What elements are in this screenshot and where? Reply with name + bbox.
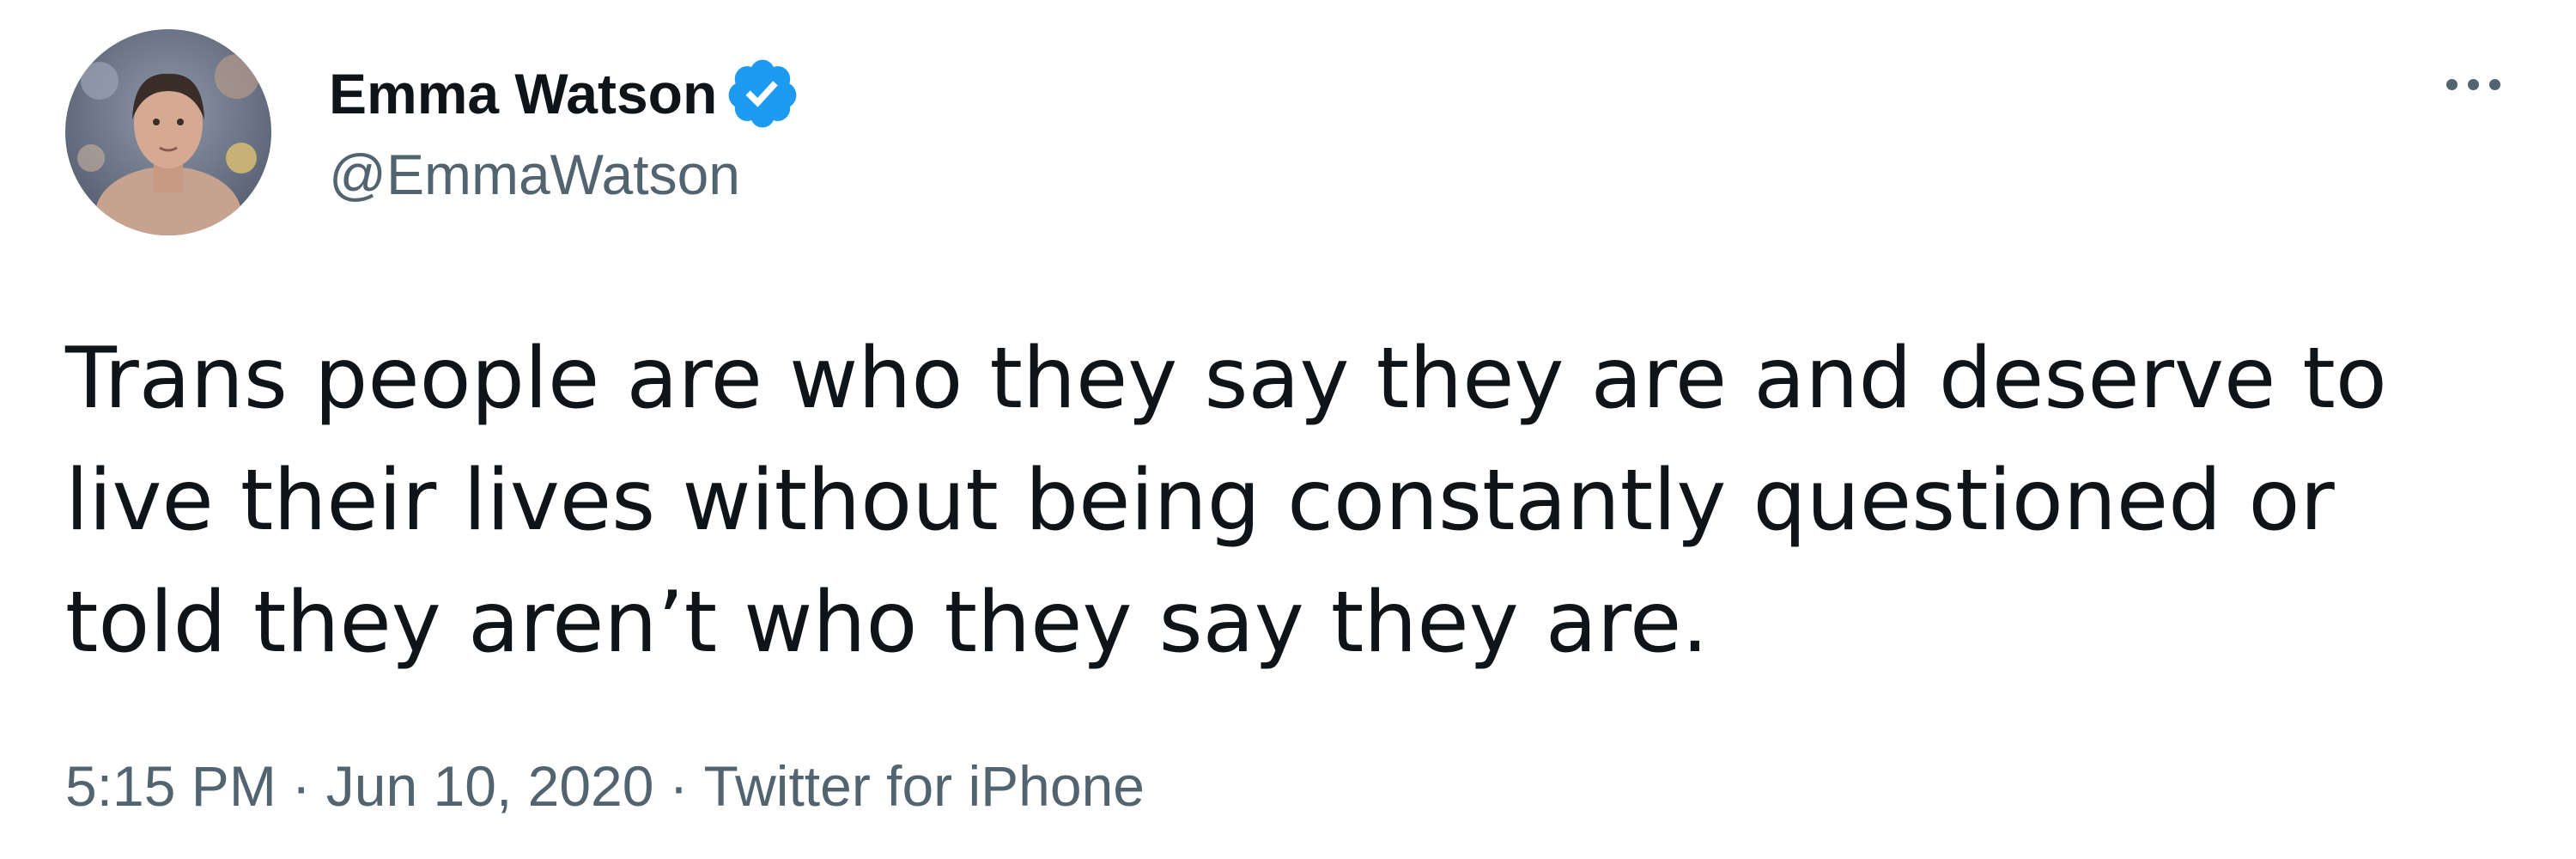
tweet-text: Trans people are who they say they are a… — [65, 318, 2512, 684]
meta-separator: · — [291, 754, 311, 818]
tweet-metadata: 5:15 PM · Jun 10, 2020 · Twitter for iPhone — [65, 747, 1145, 825]
verified-badge-icon — [724, 55, 801, 132]
name-row: Emma Watson — [329, 55, 801, 132]
author-handle[interactable]: @EmmaWatson — [329, 136, 801, 213]
tweet-card: Emma Watson @EmmaWatson Trans people are… — [0, 0, 2576, 859]
more-dot — [2467, 78, 2479, 90]
more-dot — [2488, 78, 2500, 90]
tweet-date[interactable]: Jun 10, 2020 — [326, 754, 654, 818]
tweet-text-line: live their lives without being constantl… — [65, 452, 2335, 550]
avatar[interactable] — [65, 29, 271, 235]
tweet-text-line: Trans people are who they say they are a… — [65, 330, 2387, 428]
tweet-source[interactable]: Twitter for iPhone — [703, 754, 1145, 818]
tweet-text-line: told they aren’t who they say they are. — [65, 574, 1709, 672]
more-options-icon[interactable] — [2430, 58, 2516, 110]
author-display-name[interactable]: Emma Watson — [329, 55, 717, 132]
avatar-image — [65, 29, 271, 235]
tweet-time[interactable]: 5:15 PM — [65, 754, 276, 818]
author-info: Emma Watson @EmmaWatson — [329, 55, 801, 213]
meta-separator: · — [669, 754, 689, 818]
more-dot — [2445, 78, 2458, 90]
